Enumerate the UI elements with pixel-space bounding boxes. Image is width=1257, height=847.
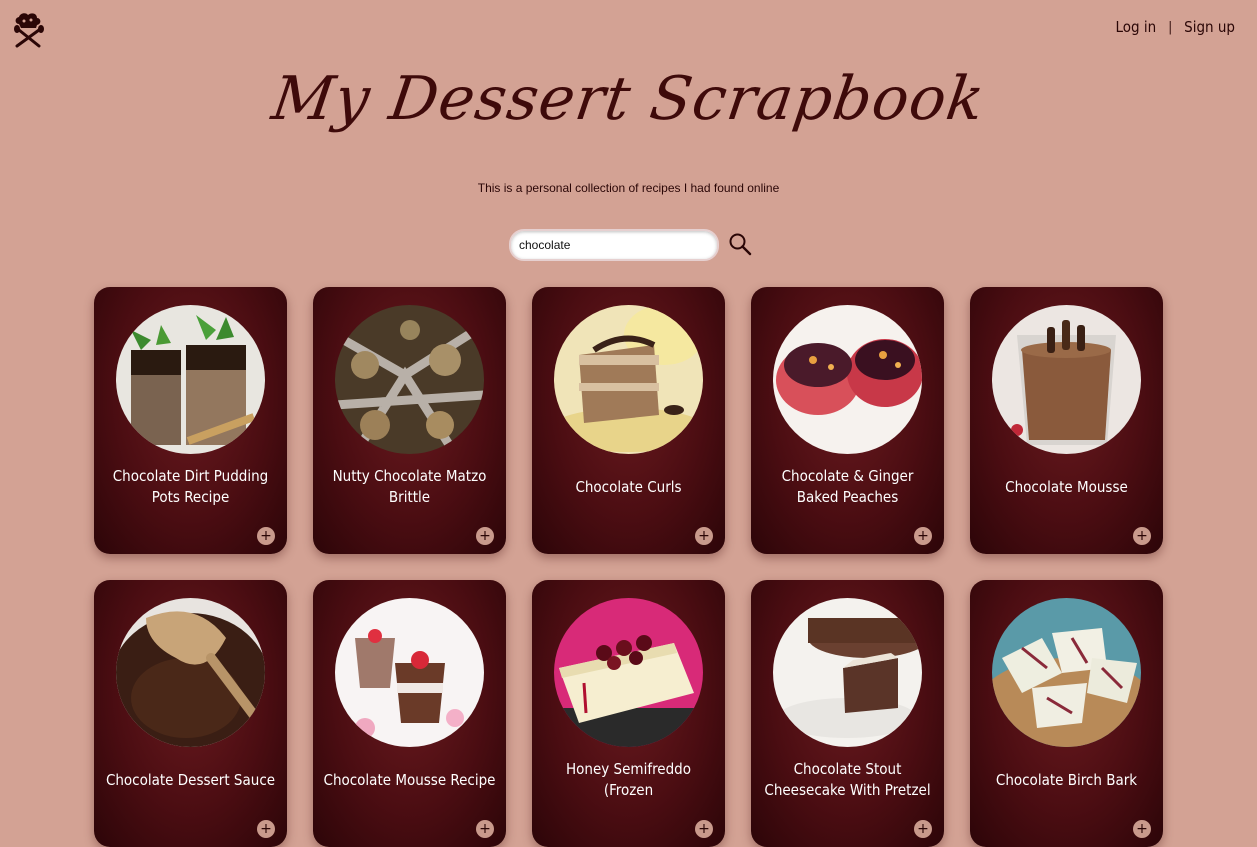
recipe-title: Chocolate Mousse xyxy=(1005,477,1128,496)
recipe-image xyxy=(335,598,484,747)
signup-link[interactable]: Sign up xyxy=(1184,18,1235,36)
recipe-image xyxy=(992,305,1141,454)
add-recipe-button[interactable]: + xyxy=(476,527,494,545)
recipe-card[interactable]: Chocolate Dessert Sauce + xyxy=(94,580,287,847)
recipe-card[interactable]: Chocolate Birch Bark + xyxy=(970,580,1163,847)
add-recipe-button[interactable]: + xyxy=(257,820,275,838)
recipe-image xyxy=(773,305,922,454)
recipe-image xyxy=(116,598,265,747)
recipe-image xyxy=(554,305,703,454)
recipe-title: Chocolate Dessert Sauce xyxy=(105,770,276,789)
recipe-card[interactable]: Chocolate Mousse + xyxy=(970,287,1163,554)
page-subtitle: This is a personal collection of recipes… xyxy=(477,181,780,195)
search-icon xyxy=(729,233,752,256)
add-recipe-button[interactable]: + xyxy=(914,820,932,838)
auth-links: Log in | Sign up xyxy=(1116,18,1235,36)
recipe-grid: Chocolate Dirt Pudding Pots Recipe + Nut… xyxy=(94,287,1163,847)
recipe-card[interactable]: Chocolate Stout Cheesecake With Pretzel … xyxy=(751,580,944,847)
recipe-card[interactable]: Honey Semifreddo (Frozen + xyxy=(532,580,725,847)
recipe-image xyxy=(554,598,703,747)
recipe-title: Chocolate Curls xyxy=(575,477,682,496)
recipe-title: Honey Semifreddo (Frozen xyxy=(566,760,691,799)
recipe-image xyxy=(335,305,484,454)
add-recipe-button[interactable]: + xyxy=(257,527,275,545)
auth-separator: | xyxy=(1168,19,1173,35)
recipe-image xyxy=(773,598,922,747)
recipe-card[interactable]: Chocolate Curls + xyxy=(532,287,725,554)
search-bar xyxy=(509,229,753,261)
recipe-title: Chocolate Birch Bark xyxy=(995,770,1138,789)
recipe-card[interactable]: Chocolate Mousse Recipe + xyxy=(313,580,506,847)
recipe-title: Nutty Chocolate Matzo Brittle xyxy=(332,467,487,506)
recipe-image xyxy=(116,305,265,454)
add-recipe-button[interactable]: + xyxy=(1133,527,1151,545)
recipe-card[interactable]: Chocolate Dirt Pudding Pots Recipe + xyxy=(94,287,287,554)
recipe-card[interactable]: Nutty Chocolate Matzo Brittle + xyxy=(313,287,506,554)
recipe-card[interactable]: Chocolate & Ginger Baked Peaches + xyxy=(751,287,944,554)
logo[interactable] xyxy=(9,10,49,50)
login-link[interactable]: Log in xyxy=(1116,18,1157,36)
add-recipe-button[interactable]: + xyxy=(695,527,713,545)
add-recipe-button[interactable]: + xyxy=(1133,820,1151,838)
recipe-title: Chocolate Mousse Recipe xyxy=(323,770,496,789)
page-title: My Dessert Scrapbook xyxy=(267,64,990,134)
search-button[interactable] xyxy=(727,232,753,258)
add-recipe-button[interactable]: + xyxy=(476,820,494,838)
recipe-image xyxy=(992,598,1141,747)
add-recipe-button[interactable]: + xyxy=(914,527,932,545)
chef-hat-spoon-icon xyxy=(14,13,44,48)
recipe-title: Chocolate Stout Cheesecake With Pretzel xyxy=(764,760,931,799)
add-recipe-button[interactable]: + xyxy=(695,820,713,838)
recipe-title: Chocolate Dirt Pudding Pots Recipe xyxy=(112,467,269,506)
search-input[interactable] xyxy=(509,229,719,261)
recipe-title: Chocolate & Ginger Baked Peaches xyxy=(781,467,914,506)
